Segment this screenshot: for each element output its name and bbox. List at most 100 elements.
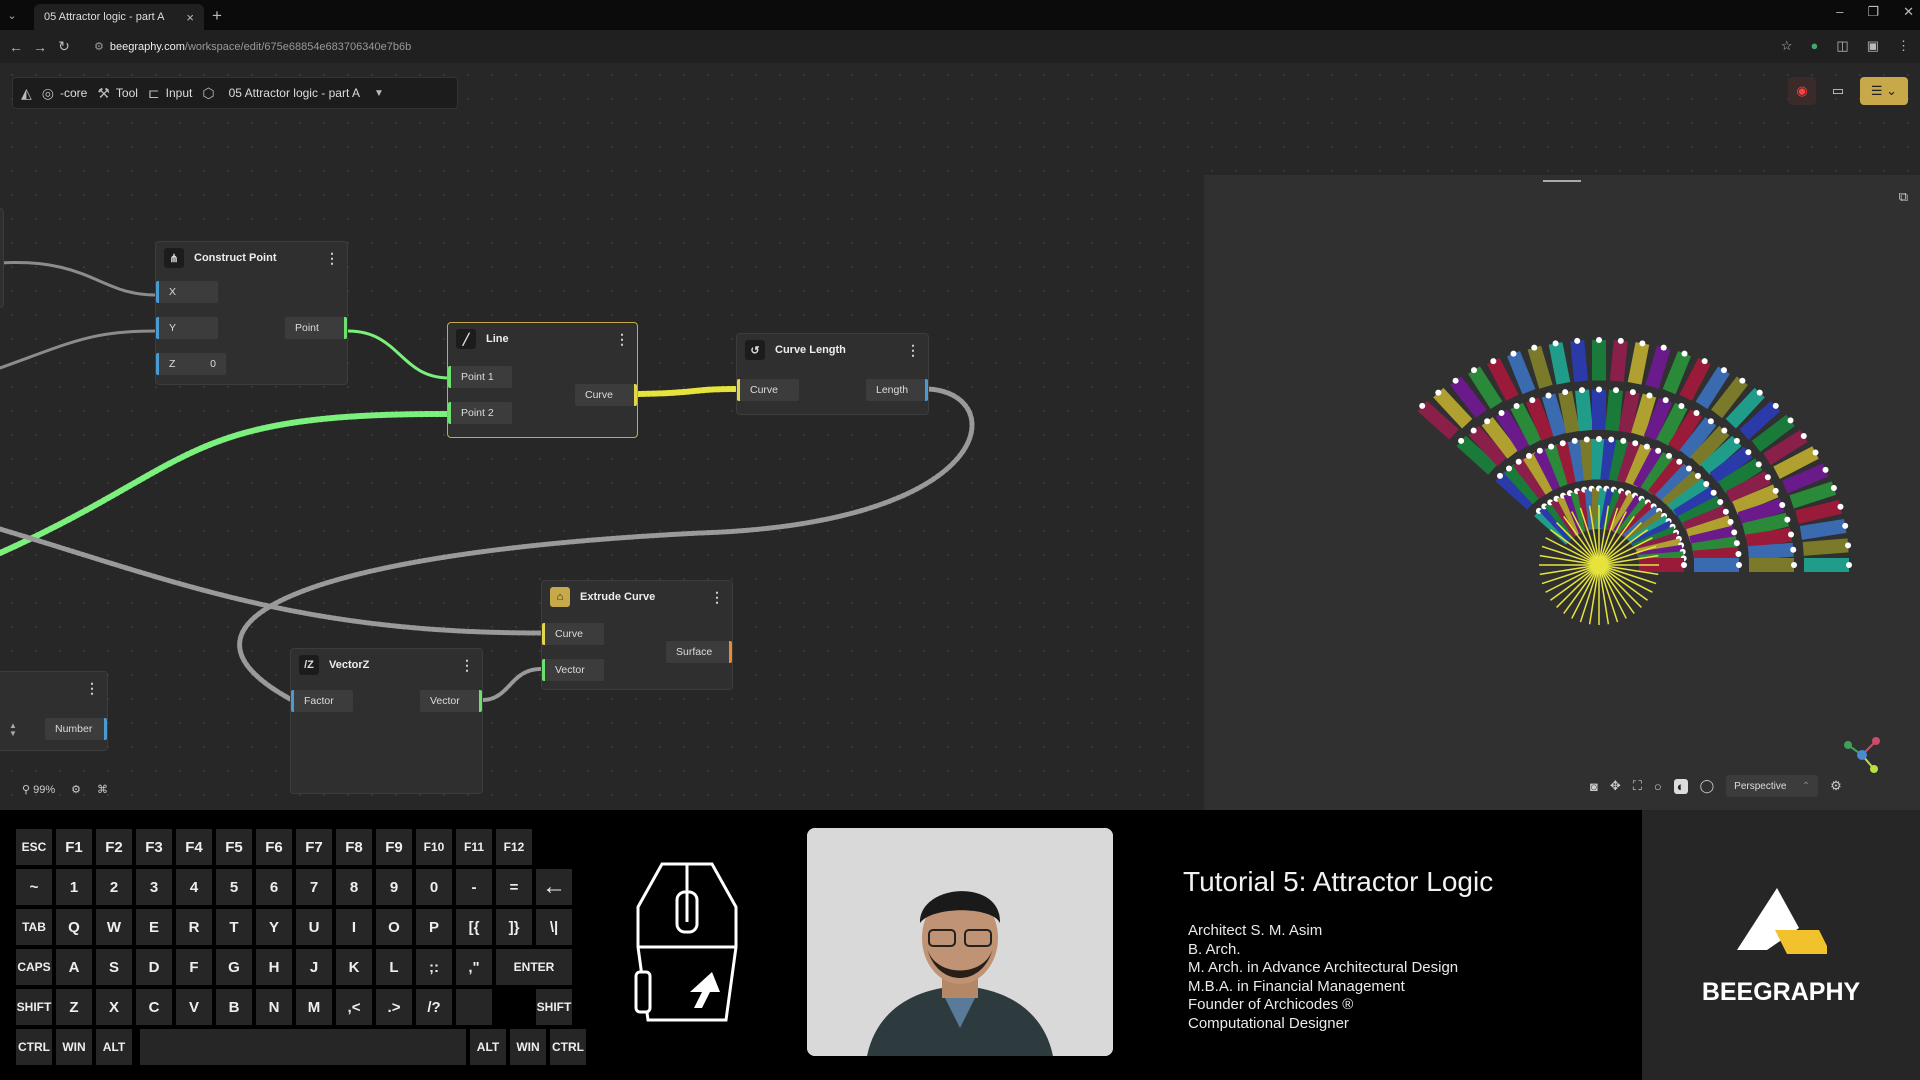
- viewport-drag-handle[interactable]: [1543, 180, 1581, 182]
- port-z-label: Z: [169, 358, 176, 370]
- attractor-point: [1596, 386, 1602, 393]
- viewport-settings-icon[interactable]: ⚙: [1830, 778, 1842, 794]
- port-z-value[interactable]: 0: [210, 358, 216, 370]
- node-menu-icon[interactable]: ⋮: [325, 250, 339, 267]
- extrude-curve-node[interactable]: ⌂ Extrude Curve ⋮ Curve Vector Surface: [541, 580, 733, 690]
- key: .>: [376, 989, 412, 1025]
- port-curve-out[interactable]: Curve: [575, 384, 637, 406]
- attractor-point: [1545, 392, 1552, 399]
- number-slider-node[interactable]: ⋮ ▲ ▼ Number: [0, 671, 108, 751]
- shaded-icon[interactable]: ◐: [1673, 778, 1688, 794]
- extension-g-icon[interactable]: ●: [1811, 38, 1819, 54]
- 3d-viewport[interactable]: ⧉: [1204, 175, 1920, 810]
- browser-tab[interactable]: 05 Attractor logic - part A ×: [34, 4, 204, 30]
- site-info-icon[interactable]: ⚙: [94, 40, 104, 53]
- tab-close-icon[interactable]: ×: [186, 10, 194, 25]
- camera-mode-select[interactable]: Perspective ⌃: [1726, 775, 1819, 797]
- forward-icon[interactable]: →: [28, 39, 52, 55]
- key: SHIFT: [16, 989, 52, 1025]
- axis-gizmo[interactable]: [1842, 735, 1882, 780]
- port-z[interactable]: Z0: [156, 353, 226, 375]
- key: F2: [96, 829, 132, 865]
- attractor-point: [1497, 472, 1504, 479]
- node-menu-icon[interactable]: ⋮: [710, 589, 724, 606]
- key: F6: [256, 829, 292, 865]
- construct-point-node[interactable]: ⋔ Construct Point ⋮ X Y Z0 Point: [155, 241, 348, 385]
- port-vector-out[interactable]: Vector: [420, 690, 482, 712]
- attractor-point: [1736, 562, 1742, 568]
- orbit-icon[interactable]: ✥: [1610, 778, 1621, 794]
- key: ENTER: [496, 949, 572, 985]
- key: M: [296, 989, 332, 1025]
- attractor-point: [1629, 389, 1636, 396]
- attractor-point: [1490, 358, 1497, 365]
- reload-icon[interactable]: ↻: [52, 38, 76, 55]
- attractor-point: [1676, 458, 1683, 465]
- key: F1: [56, 829, 92, 865]
- port-y[interactable]: Y: [156, 317, 218, 339]
- browser-menu-icon[interactable]: ⋮: [1897, 38, 1910, 54]
- vectorz-node[interactable]: /Z VectorZ ⋮ Factor Vector: [290, 648, 483, 794]
- key: ]}: [496, 909, 532, 945]
- record-icon[interactable]: ◉: [1788, 77, 1816, 105]
- attractor-point: [1693, 410, 1700, 417]
- comment-icon[interactable]: ▭: [1824, 77, 1852, 105]
- port-surface-out[interactable]: Surface: [666, 641, 732, 663]
- attractor-point: [1515, 458, 1522, 465]
- port-curve-in[interactable]: Curve: [737, 379, 799, 401]
- node-menu-icon[interactable]: ⋮: [460, 657, 474, 674]
- line-node[interactable]: ╱ Line ⋮ Point 1 Point 2 Curve: [447, 322, 638, 438]
- viewport-toolbar: ◙ ✥ ⛶ ○ ◐ ◯ Perspective ⌃ ⚙: [1590, 775, 1842, 797]
- port-point-out[interactable]: Point: [285, 317, 347, 339]
- key: G: [216, 949, 252, 985]
- minimize-icon[interactable]: –: [1836, 4, 1843, 20]
- layout-icon[interactable]: ⌘: [97, 783, 108, 796]
- brand-panel: BEEGRAPHY: [1642, 810, 1920, 1080]
- port-vector-in[interactable]: Vector: [542, 659, 604, 681]
- port-factor-in[interactable]: Factor: [291, 690, 353, 712]
- sidepanel-icon[interactable]: ▣: [1867, 38, 1879, 54]
- extensions-puzzle-icon[interactable]: ◫: [1836, 38, 1848, 54]
- attractor-point: [1608, 436, 1615, 443]
- port-x[interactable]: X: [156, 281, 218, 303]
- address-bar: ← → ↻ ⚙ beegraphy.com/workspace/edit/675…: [0, 30, 1920, 63]
- brand-name: BEEGRAPHY: [1701, 978, 1861, 1006]
- attractor-point: [1685, 465, 1692, 472]
- key: W: [96, 909, 132, 945]
- attractor-point: [1790, 546, 1797, 553]
- offscreen-node[interactable]: [0, 208, 4, 308]
- key: J: [296, 949, 332, 985]
- url-field[interactable]: ⚙ beegraphy.com/workspace/edit/675e68854…: [94, 36, 411, 57]
- canvas-settings-icon[interactable]: ⚙: [71, 783, 81, 796]
- port-point2[interactable]: Point 2: [448, 402, 512, 424]
- port-curve-in[interactable]: Curve: [542, 623, 604, 645]
- node-menu-icon[interactable]: ⋮: [615, 331, 629, 348]
- key: 5: [216, 869, 252, 905]
- restore-icon[interactable]: ❐: [1867, 4, 1879, 20]
- tab-search-icon[interactable]: ⌄: [0, 0, 24, 30]
- attractor-point: [1845, 542, 1852, 549]
- node-editor-canvas[interactable]: ◭ ◎ -core ⚒ Tool ⊏ Input ⬡ 05 Attractor logi…: [0, 63, 1920, 810]
- port-number-out[interactable]: Number: [45, 718, 107, 740]
- node-menu-icon[interactable]: ⋮: [85, 680, 99, 697]
- panel-toggle-icon[interactable]: ☰ ⌄: [1860, 77, 1908, 105]
- close-window-icon[interactable]: ✕: [1903, 4, 1914, 20]
- fullscreen-icon[interactable]: ⛶: [1633, 778, 1642, 794]
- bookmark-star-icon[interactable]: ☆: [1781, 38, 1793, 54]
- attractor-point: [1745, 449, 1752, 456]
- port-length-out[interactable]: Length: [866, 379, 928, 401]
- back-icon[interactable]: ←: [4, 39, 28, 55]
- ghost-icon[interactable]: ◯: [1700, 778, 1715, 794]
- stepper-icon[interactable]: ▲ ▼: [9, 722, 17, 738]
- construct-point-icon: ⋔: [164, 248, 184, 268]
- viewport-popout-icon[interactable]: ⧉: [1899, 189, 1908, 205]
- attractor-point: [1733, 540, 1740, 547]
- attractor-point: [1529, 397, 1536, 404]
- screenshot-icon[interactable]: ◙: [1590, 779, 1598, 794]
- wireframe-icon[interactable]: ○: [1654, 779, 1662, 794]
- zoom-control[interactable]: ⚲ 99%: [22, 783, 55, 796]
- node-menu-icon[interactable]: ⋮: [906, 342, 920, 359]
- port-point1[interactable]: Point 1: [448, 366, 512, 388]
- new-tab-icon[interactable]: +: [212, 6, 222, 26]
- curve-length-node[interactable]: ↺ Curve Length ⋮ Curve Length: [736, 333, 929, 415]
